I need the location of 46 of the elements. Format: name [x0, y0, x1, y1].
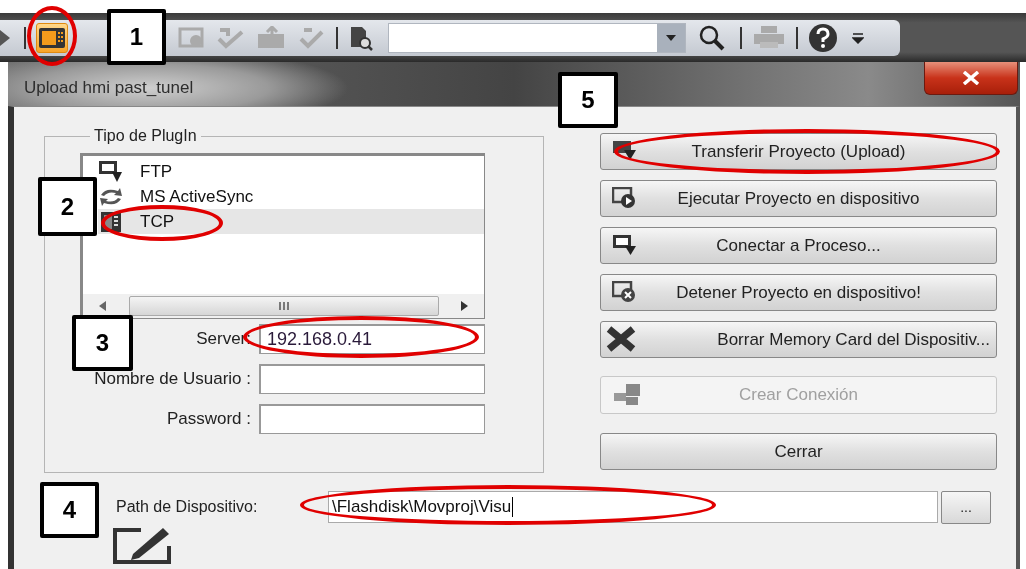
- group-title: Tipo de PlugIn: [93, 127, 198, 145]
- grip-icon: [277, 302, 290, 310]
- overflow-icon[interactable]: [852, 30, 864, 45]
- plugin-item[interactable]: TCP: [98, 209, 484, 234]
- network-icon: [612, 383, 642, 407]
- input-field[interactable]: [259, 364, 485, 394]
- callout-number: 5: [558, 72, 618, 128]
- monitor-download-icon: [98, 159, 124, 184]
- cross-icon: [606, 326, 636, 352]
- scroll-left-icon[interactable]: [99, 301, 107, 311]
- monitor-download-icon: [612, 234, 638, 256]
- field-label: Path de Dispositivo:: [116, 498, 259, 516]
- check-arrow-icon[interactable]: [216, 25, 246, 50]
- edit-icon: [111, 526, 173, 564]
- action-button[interactable]: Borrar Memory Card del Dispositiv...: [600, 321, 997, 358]
- close-icon: [960, 71, 982, 85]
- close-button[interactable]: [924, 62, 1018, 95]
- action-button[interactable]: Conectar a Proceso...: [600, 227, 997, 264]
- callout-number: 4: [40, 482, 99, 538]
- text-cursor: [512, 497, 514, 517]
- plugin-item[interactable]: FTP: [98, 159, 484, 184]
- action-button[interactable]: Detener Proyecto en dispositivo!: [600, 274, 997, 311]
- callout-number: 3: [72, 315, 133, 371]
- stop-window-icon: [612, 281, 638, 303]
- check-icon[interactable]: [298, 25, 326, 50]
- play-window-icon: [612, 187, 638, 209]
- scrollbar-thumb[interactable]: [128, 296, 439, 316]
- path-field[interactable]: \Flashdisk\Movproj\Visu: [328, 491, 938, 523]
- action-button[interactable]: Cerrar: [600, 433, 997, 470]
- device-button[interactable]: [36, 22, 68, 53]
- help-icon[interactable]: [808, 22, 838, 53]
- plugin-item[interactable]: MS ActiveSync: [98, 184, 484, 209]
- browse-button[interactable]: ...: [941, 490, 991, 524]
- input-field[interactable]: 192.168.0.41: [259, 324, 485, 354]
- field-label: Password :: [166, 409, 251, 429]
- action-button[interactable]: Ejecutar Proyecto en dispositivo: [600, 180, 997, 217]
- dropdown-arrow-icon: [666, 34, 676, 41]
- scroll-right-icon[interactable]: [460, 301, 468, 311]
- action-button[interactable]: Transferir Proyecto (Upload): [600, 133, 997, 170]
- document-search-icon[interactable]: [348, 24, 374, 51]
- horizontal-scrollbar[interactable]: [83, 294, 484, 318]
- field-label: Nombre de Usuario :: [94, 369, 251, 389]
- callout-number: 2: [38, 177, 97, 236]
- callout-number: 1: [107, 9, 166, 65]
- window-title: Upload hmi past_tunel: [24, 78, 194, 98]
- input-field[interactable]: [259, 404, 485, 434]
